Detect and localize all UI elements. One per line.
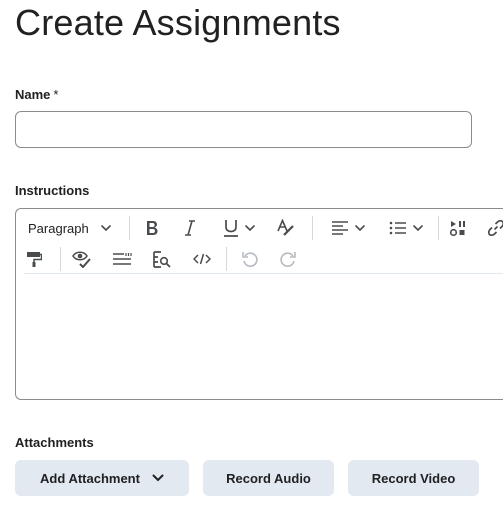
- undo-icon: [241, 250, 259, 268]
- add-attachment-label: Add Attachment: [40, 470, 140, 486]
- bold-button[interactable]: [138, 212, 166, 244]
- chevron-down-icon: [413, 225, 423, 231]
- italic-button[interactable]: [176, 212, 204, 244]
- link-icon: [487, 219, 503, 237]
- media-insert-icon: [449, 219, 467, 237]
- bold-icon: [144, 219, 160, 237]
- name-label: Name *: [15, 87, 58, 102]
- align-button[interactable]: [324, 212, 372, 244]
- instructions-editor: Paragraph: [15, 208, 503, 400]
- underline-button[interactable]: [214, 212, 264, 244]
- accessibility-check-icon: [72, 250, 92, 268]
- block-format-label: Paragraph: [28, 220, 89, 236]
- toolbar-divider: [312, 216, 313, 240]
- editor-toolbar-row-1: Paragraph: [16, 212, 503, 244]
- toolbar-divider: [438, 216, 439, 240]
- record-audio-label: Record Audio: [226, 470, 311, 486]
- record-audio-button[interactable]: Record Audio: [203, 460, 334, 496]
- insert-link-button[interactable]: [482, 212, 503, 244]
- record-video-button[interactable]: Record Video: [348, 460, 479, 496]
- align-left-icon: [331, 221, 349, 235]
- bulleted-list-icon: [389, 221, 407, 235]
- chevron-down-icon: [100, 225, 111, 231]
- accessibility-check-button[interactable]: [68, 243, 96, 275]
- bulleted-list-button[interactable]: [380, 212, 432, 244]
- chevron-down-icon: [355, 225, 365, 231]
- underline-icon: [223, 218, 239, 238]
- attachments-label: Attachments: [15, 435, 94, 450]
- source-code-button[interactable]: [188, 243, 216, 275]
- add-attachment-button[interactable]: Add Attachment: [15, 460, 189, 496]
- find-replace-button[interactable]: [148, 243, 176, 275]
- word-count-icon: [112, 252, 132, 266]
- undo-button[interactable]: [236, 243, 264, 275]
- insert-media-button[interactable]: [444, 212, 472, 244]
- page-title: Create Assignments: [15, 2, 341, 43]
- italic-icon: [183, 219, 197, 237]
- editor-toolbar-row-2: [16, 243, 503, 275]
- editor-content-area[interactable]: [24, 279, 503, 394]
- required-asterisk: *: [53, 87, 59, 102]
- toolbar-divider: [60, 247, 61, 271]
- name-input[interactable]: [15, 111, 472, 148]
- block-format-dropdown[interactable]: Paragraph: [20, 212, 124, 244]
- format-painter-icon: [26, 250, 42, 268]
- instructions-label: Instructions: [15, 183, 90, 198]
- toolbar-divider: [226, 247, 227, 271]
- text-color-button[interactable]: [272, 212, 300, 244]
- chevron-down-icon: [245, 225, 255, 231]
- word-count-button[interactable]: [108, 243, 136, 275]
- redo-icon: [279, 250, 297, 268]
- record-video-label: Record Video: [371, 470, 456, 486]
- find-replace-icon: [152, 250, 172, 268]
- toolbar-divider: [129, 216, 130, 240]
- format-painter-button[interactable]: [20, 243, 48, 275]
- source-code-icon: [193, 253, 211, 265]
- text-color-icon: [276, 219, 296, 237]
- redo-button[interactable]: [274, 243, 302, 275]
- toolbar-separator: [24, 273, 503, 274]
- chevron-down-icon: [152, 474, 164, 482]
- name-label-text: Name: [15, 87, 51, 102]
